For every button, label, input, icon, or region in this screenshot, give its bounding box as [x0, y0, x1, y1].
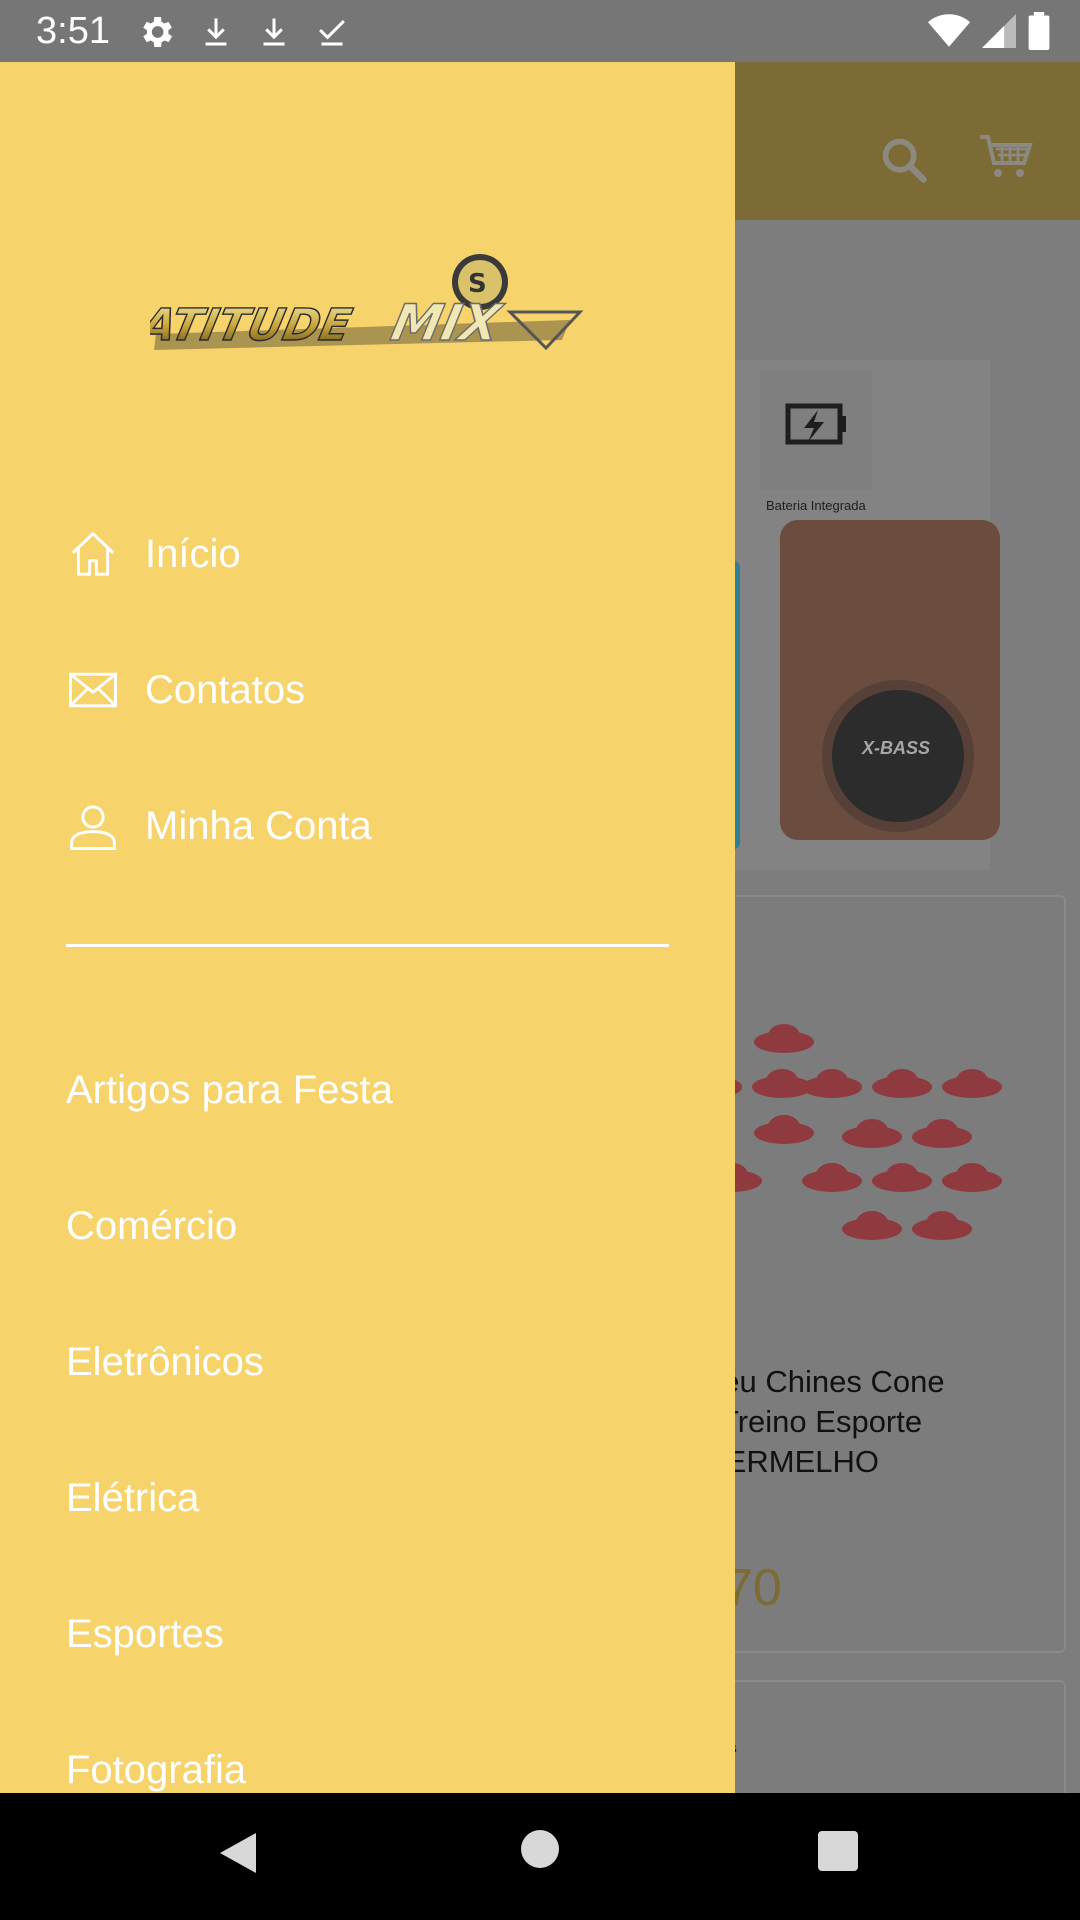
wifi-icon [928, 13, 970, 49]
status-time: 3:51 [36, 10, 110, 52]
status-notification-icons [136, 12, 350, 52]
menu-item-contatos[interactable]: Contatos [66, 660, 305, 720]
home-circle-icon[interactable] [520, 1829, 560, 1874]
category-fotografia[interactable]: Fotografia [66, 1748, 246, 1793]
system-nav-bar [0, 1793, 1080, 1920]
status-system-icons [928, 12, 1050, 50]
battery-label: Bateria Integrada [766, 498, 866, 513]
signal-icon [982, 13, 1016, 49]
battery-charge-icon [785, 403, 846, 445]
menu-item-inicio[interactable]: Início [66, 524, 241, 584]
home-icon [66, 527, 120, 581]
speaker-brand: X-BASS [862, 738, 931, 758]
category-comercio[interactable]: Comércio [66, 1204, 237, 1249]
product-image-cones [692, 1024, 1002, 1240]
svg-text:ATITUDE: ATITUDE [150, 300, 356, 350]
recents-icon[interactable] [818, 1831, 858, 1876]
cart-icon[interactable] [978, 132, 1034, 187]
settings-icon [136, 12, 176, 52]
product-card[interactable] [690, 895, 1066, 1653]
menu-item-label: Contatos [145, 667, 306, 712]
download-done-icon [314, 12, 350, 52]
download-icon [198, 12, 234, 52]
user-icon [66, 799, 120, 853]
svg-text:MIX: MIX [386, 294, 508, 352]
mail-icon [66, 663, 120, 717]
battery-badge [760, 370, 872, 490]
drawer-divider [66, 944, 669, 947]
atitudemix-logo[interactable]: S ATITUDE MIX [133, 250, 590, 385]
menu-item-label: Minha Conta [145, 803, 372, 848]
download-icon [256, 12, 292, 52]
back-icon[interactable] [216, 1829, 260, 1882]
product-title: péu Chines Cone i Treino Esporte VERMELH… [705, 1364, 945, 1479]
search-icon[interactable] [878, 134, 930, 191]
menu-item-label: Início [145, 531, 241, 576]
category-esportes[interactable]: Esportes [66, 1612, 224, 1657]
category-eletrica[interactable]: Elétrica [66, 1476, 199, 1521]
category-artigos-para-festa[interactable]: Artigos para Festa [66, 1068, 393, 1113]
menu-item-minha-conta[interactable]: Minha Conta [66, 796, 372, 856]
status-bar: 3:51 [0, 0, 1080, 62]
category-eletronicos[interactable]: Eletrônicos [66, 1340, 264, 1385]
navigation-drawer: S ATITUDE MIX Início Contatos Minha Cont… [0, 62, 735, 1793]
battery-icon [1028, 12, 1050, 50]
